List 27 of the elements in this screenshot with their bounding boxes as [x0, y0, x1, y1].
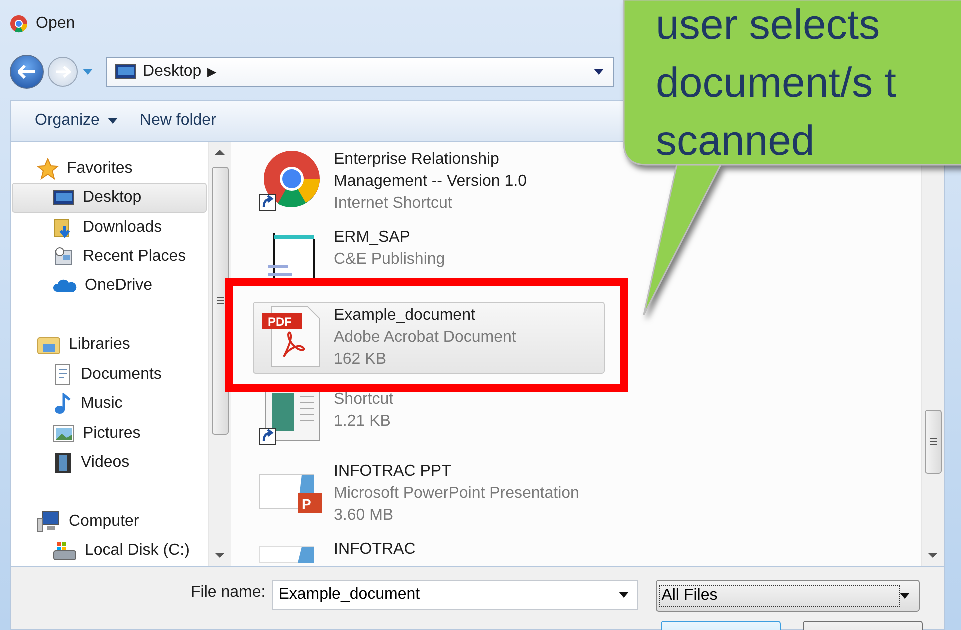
file-item[interactable]: Enterprise Relationship Management -- Version 1.0 Internet Shortcut — [253, 146, 605, 218]
window-title: Open — [36, 15, 76, 33]
nav-item[interactable]: Recent Places — [12, 242, 207, 272]
nav-item[interactable]: Documents — [12, 360, 207, 390]
organize-button[interactable]: Organize — [35, 110, 118, 132]
nav-group[interactable]: Libraries — [12, 330, 207, 360]
file-name-label: File name: — [191, 584, 266, 602]
nav-item[interactable]: Videos — [12, 448, 207, 478]
nav-item[interactable]: Desktop — [12, 183, 207, 213]
file-item[interactable]: P INFOTRAC PPT Microsoft PowerPoint Presentation 3.60 MB — [253, 458, 605, 530]
address-location[interactable]: Desktop — [143, 63, 202, 81]
nav-item[interactable]: Pictures — [12, 418, 207, 448]
nav-item[interactable]: Music — [12, 389, 207, 419]
nav-item[interactable]: Downloads — [12, 212, 207, 242]
file-item[interactable]: PDF Example_document Adobe Acrobat Document 162 KB — [253, 302, 605, 374]
nav-group[interactable]: Favorites — [12, 154, 207, 184]
file-type-dropdown[interactable]: All Files — [656, 580, 920, 612]
file-name-field[interactable]: Example_document — [272, 580, 638, 610]
file-item[interactable]: Shortcut 1.21 KB — [253, 380, 605, 452]
address-bar[interactable]: Desktop ▶ — [106, 57, 614, 87]
new-folder-button[interactable]: New folder — [140, 110, 216, 132]
nav-item[interactable]: Local Disk (C:) — [12, 536, 207, 566]
nav-group[interactable]: Computer — [12, 507, 207, 537]
file-item[interactable]: ERM_SAP C&E Publishing — [253, 224, 605, 296]
callout-text: user selects document/s t scanned — [656, 0, 896, 166]
nav-item[interactable]: OneDrive — [12, 272, 207, 302]
breadcrumb-arrow[interactable]: ▶ — [208, 65, 217, 79]
